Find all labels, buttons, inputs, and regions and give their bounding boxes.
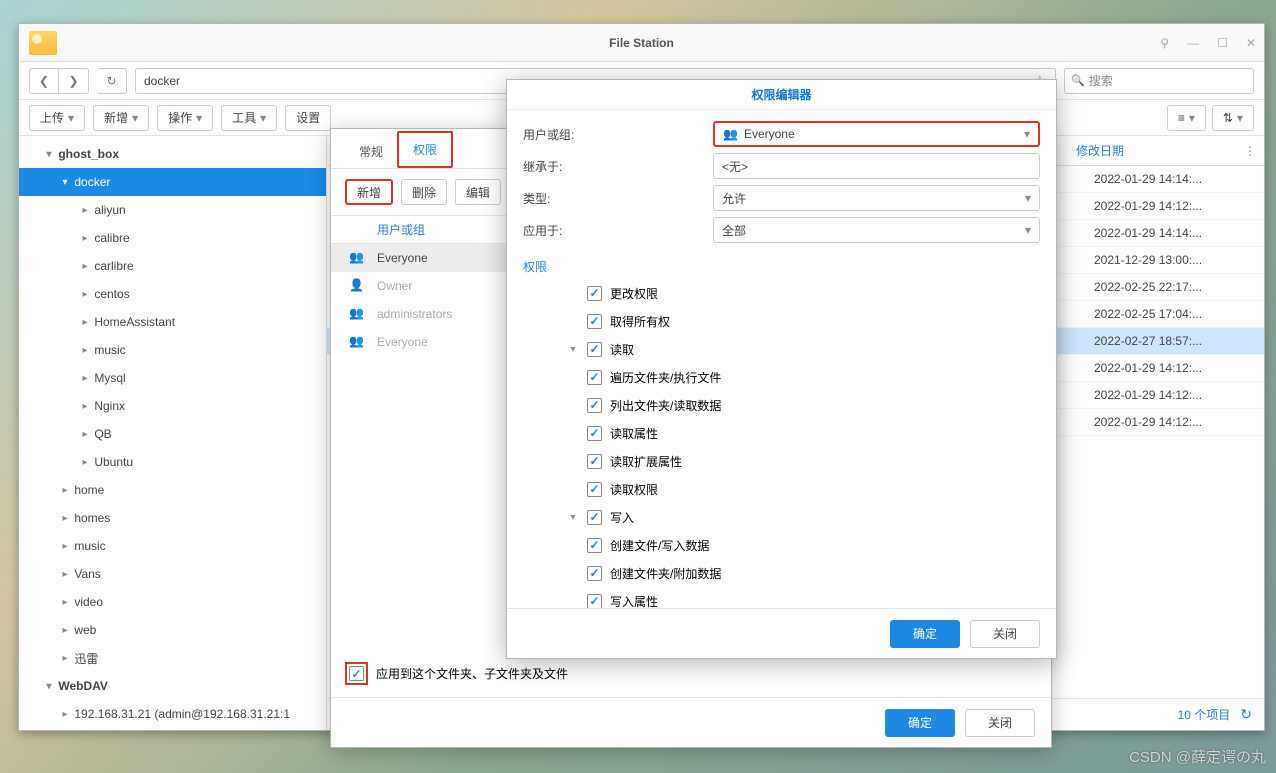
search-input[interactable]: 搜索 bbox=[1064, 68, 1254, 94]
close-icon[interactable]: ✕ bbox=[1246, 36, 1256, 50]
checkbox[interactable] bbox=[587, 342, 602, 357]
upload-button[interactable]: 上传▾ bbox=[29, 105, 85, 131]
apply-checkbox[interactable] bbox=[349, 666, 364, 681]
window-titlebar: File Station ⚲ — ☐ ✕ bbox=[19, 24, 1264, 62]
tree-item[interactable]: ▸ web bbox=[19, 616, 326, 644]
perm-new-button[interactable]: 新增 bbox=[345, 179, 393, 205]
usergroup-select[interactable]: 👥Everyone▾ bbox=[713, 121, 1040, 147]
users-icon: 👥 bbox=[723, 127, 738, 141]
tree-item[interactable]: ▸ centos bbox=[19, 280, 326, 308]
tree-item[interactable]: ▸ video bbox=[19, 588, 326, 616]
label-applyto: 应用于: bbox=[523, 222, 713, 239]
tree-item[interactable]: ▸ calibre bbox=[19, 224, 326, 252]
tree-item[interactable]: ▸ home bbox=[19, 476, 326, 504]
applyto-select[interactable]: 全部▾ bbox=[713, 217, 1040, 243]
perm-section-label: 权限 bbox=[507, 254, 1056, 279]
settings-button[interactable]: 设置 bbox=[285, 105, 331, 131]
checkbox[interactable] bbox=[587, 454, 602, 469]
checkbox[interactable] bbox=[587, 426, 602, 441]
perm-edit-button[interactable]: 编辑 bbox=[455, 179, 501, 205]
label-inherit: 继承于: bbox=[523, 158, 713, 175]
tree-item[interactable]: ▸ Mysql bbox=[19, 364, 326, 392]
tree-webdav-child[interactable]: ▸ 192.168.31.21 (admin@192.168.31.21:1 bbox=[19, 700, 326, 728]
col-menu-icon[interactable]: ⋮ bbox=[1236, 144, 1264, 158]
users-icon: 👥 bbox=[349, 334, 369, 350]
perm-tree: 更改权限 取得所有权 ▾读取 遍历文件夹/执行文件 列出文件夹/读取数据 读取属… bbox=[507, 279, 1056, 608]
tree-item[interactable]: ▸ music bbox=[19, 336, 326, 364]
tree-webdav[interactable]: ▾ WebDAV bbox=[19, 672, 326, 700]
checkbox[interactable] bbox=[587, 482, 602, 497]
checkbox[interactable] bbox=[587, 538, 602, 553]
close-button[interactable]: 关闭 bbox=[965, 709, 1035, 737]
type-select[interactable]: 允许▾ bbox=[713, 185, 1040, 211]
users-icon: 👥 bbox=[349, 250, 369, 266]
ok-button[interactable]: 确定 bbox=[890, 620, 960, 648]
apply-label: 应用到这个文件夹、子文件夹及文件 bbox=[376, 665, 568, 682]
inherit-input[interactable]: <无> bbox=[713, 153, 1040, 179]
watermark: CSDN @薛定谔の丸 bbox=[1129, 746, 1266, 767]
back-button[interactable]: ❮ bbox=[29, 68, 59, 94]
tree-item[interactable]: ▸ music bbox=[19, 532, 326, 560]
tree-root[interactable]: ▾ ghost_box bbox=[19, 140, 326, 168]
checkbox[interactable] bbox=[587, 286, 602, 301]
checkbox[interactable] bbox=[587, 594, 602, 609]
checkbox[interactable] bbox=[587, 398, 602, 413]
minimize-icon[interactable]: — bbox=[1187, 36, 1199, 50]
label-type: 类型: bbox=[523, 190, 713, 207]
tree-docker[interactable]: ▾ docker bbox=[19, 168, 326, 196]
perm-editor-title: 权限编辑器 bbox=[507, 80, 1056, 110]
tree-item[interactable]: ▸ Ubuntu bbox=[19, 448, 326, 476]
perm-editor-footer: 确定 关闭 bbox=[507, 608, 1056, 658]
refresh-icon[interactable]: ↻ bbox=[1240, 706, 1252, 723]
tab-permission[interactable]: 权限 bbox=[397, 131, 453, 168]
ok-button[interactable]: 确定 bbox=[885, 709, 955, 737]
item-count: 10 个项目 bbox=[1178, 706, 1231, 723]
tree-item[interactable]: ▸ aliyun bbox=[19, 196, 326, 224]
user-icon: 👤 bbox=[349, 278, 369, 294]
tree-item[interactable]: ▸ carlibre bbox=[19, 252, 326, 280]
pin-icon[interactable]: ⚲ bbox=[1160, 36, 1169, 50]
tree-item[interactable]: ▸ 迅雷 bbox=[19, 644, 326, 672]
view-list-button[interactable]: ≡ ▾ bbox=[1167, 105, 1206, 131]
collapse-icon[interactable]: ▾ bbox=[567, 512, 579, 523]
window-title: File Station bbox=[609, 36, 674, 50]
dialog-footer: 确定 关闭 bbox=[331, 697, 1051, 747]
users-icon: 👥 bbox=[349, 306, 369, 322]
checkbox[interactable] bbox=[587, 566, 602, 581]
permission-editor-dialog: 权限编辑器 用户或组: 👥Everyone▾ 继承于: <无> 类型: 允许▾ … bbox=[506, 79, 1057, 659]
action-button[interactable]: 操作▾ bbox=[157, 105, 213, 131]
new-button[interactable]: 新增▾ bbox=[93, 105, 149, 131]
collapse-icon[interactable]: ▾ bbox=[567, 344, 579, 355]
perm-form: 用户或组: 👥Everyone▾ 继承于: <无> 类型: 允许▾ 应用于: 全… bbox=[507, 110, 1056, 254]
tree-item[interactable]: ▸ Nginx bbox=[19, 392, 326, 420]
refresh-button[interactable]: ↻ bbox=[97, 68, 127, 94]
maximize-icon[interactable]: ☐ bbox=[1217, 36, 1228, 50]
perm-del-button[interactable]: 删除 bbox=[401, 179, 447, 205]
tree-item[interactable]: ▸ homes bbox=[19, 504, 326, 532]
folder-tree: ▾ ghost_box ▾ docker ▸ aliyun▸ calibre▸ … bbox=[19, 136, 327, 730]
tool-button[interactable]: 工具▾ bbox=[221, 105, 277, 131]
close-button[interactable]: 关闭 bbox=[970, 620, 1040, 648]
col-date[interactable]: 修改日期 bbox=[1066, 142, 1236, 159]
checkbox[interactable] bbox=[587, 370, 602, 385]
checkbox[interactable] bbox=[587, 510, 602, 525]
label-usergroup: 用户或组: bbox=[523, 126, 713, 143]
tree-item[interactable]: ▸ Vans bbox=[19, 560, 326, 588]
sort-button[interactable]: ⇅ ▾ bbox=[1212, 105, 1254, 131]
tree-item[interactable]: ▸ HomeAssistant bbox=[19, 308, 326, 336]
app-icon bbox=[29, 31, 57, 55]
forward-button[interactable]: ❯ bbox=[59, 68, 89, 94]
window-controls: ⚲ — ☐ ✕ bbox=[1160, 36, 1256, 50]
tree-item[interactable]: ▸ QB bbox=[19, 420, 326, 448]
checkbox[interactable] bbox=[587, 314, 602, 329]
tab-general[interactable]: 常规 bbox=[345, 135, 397, 168]
